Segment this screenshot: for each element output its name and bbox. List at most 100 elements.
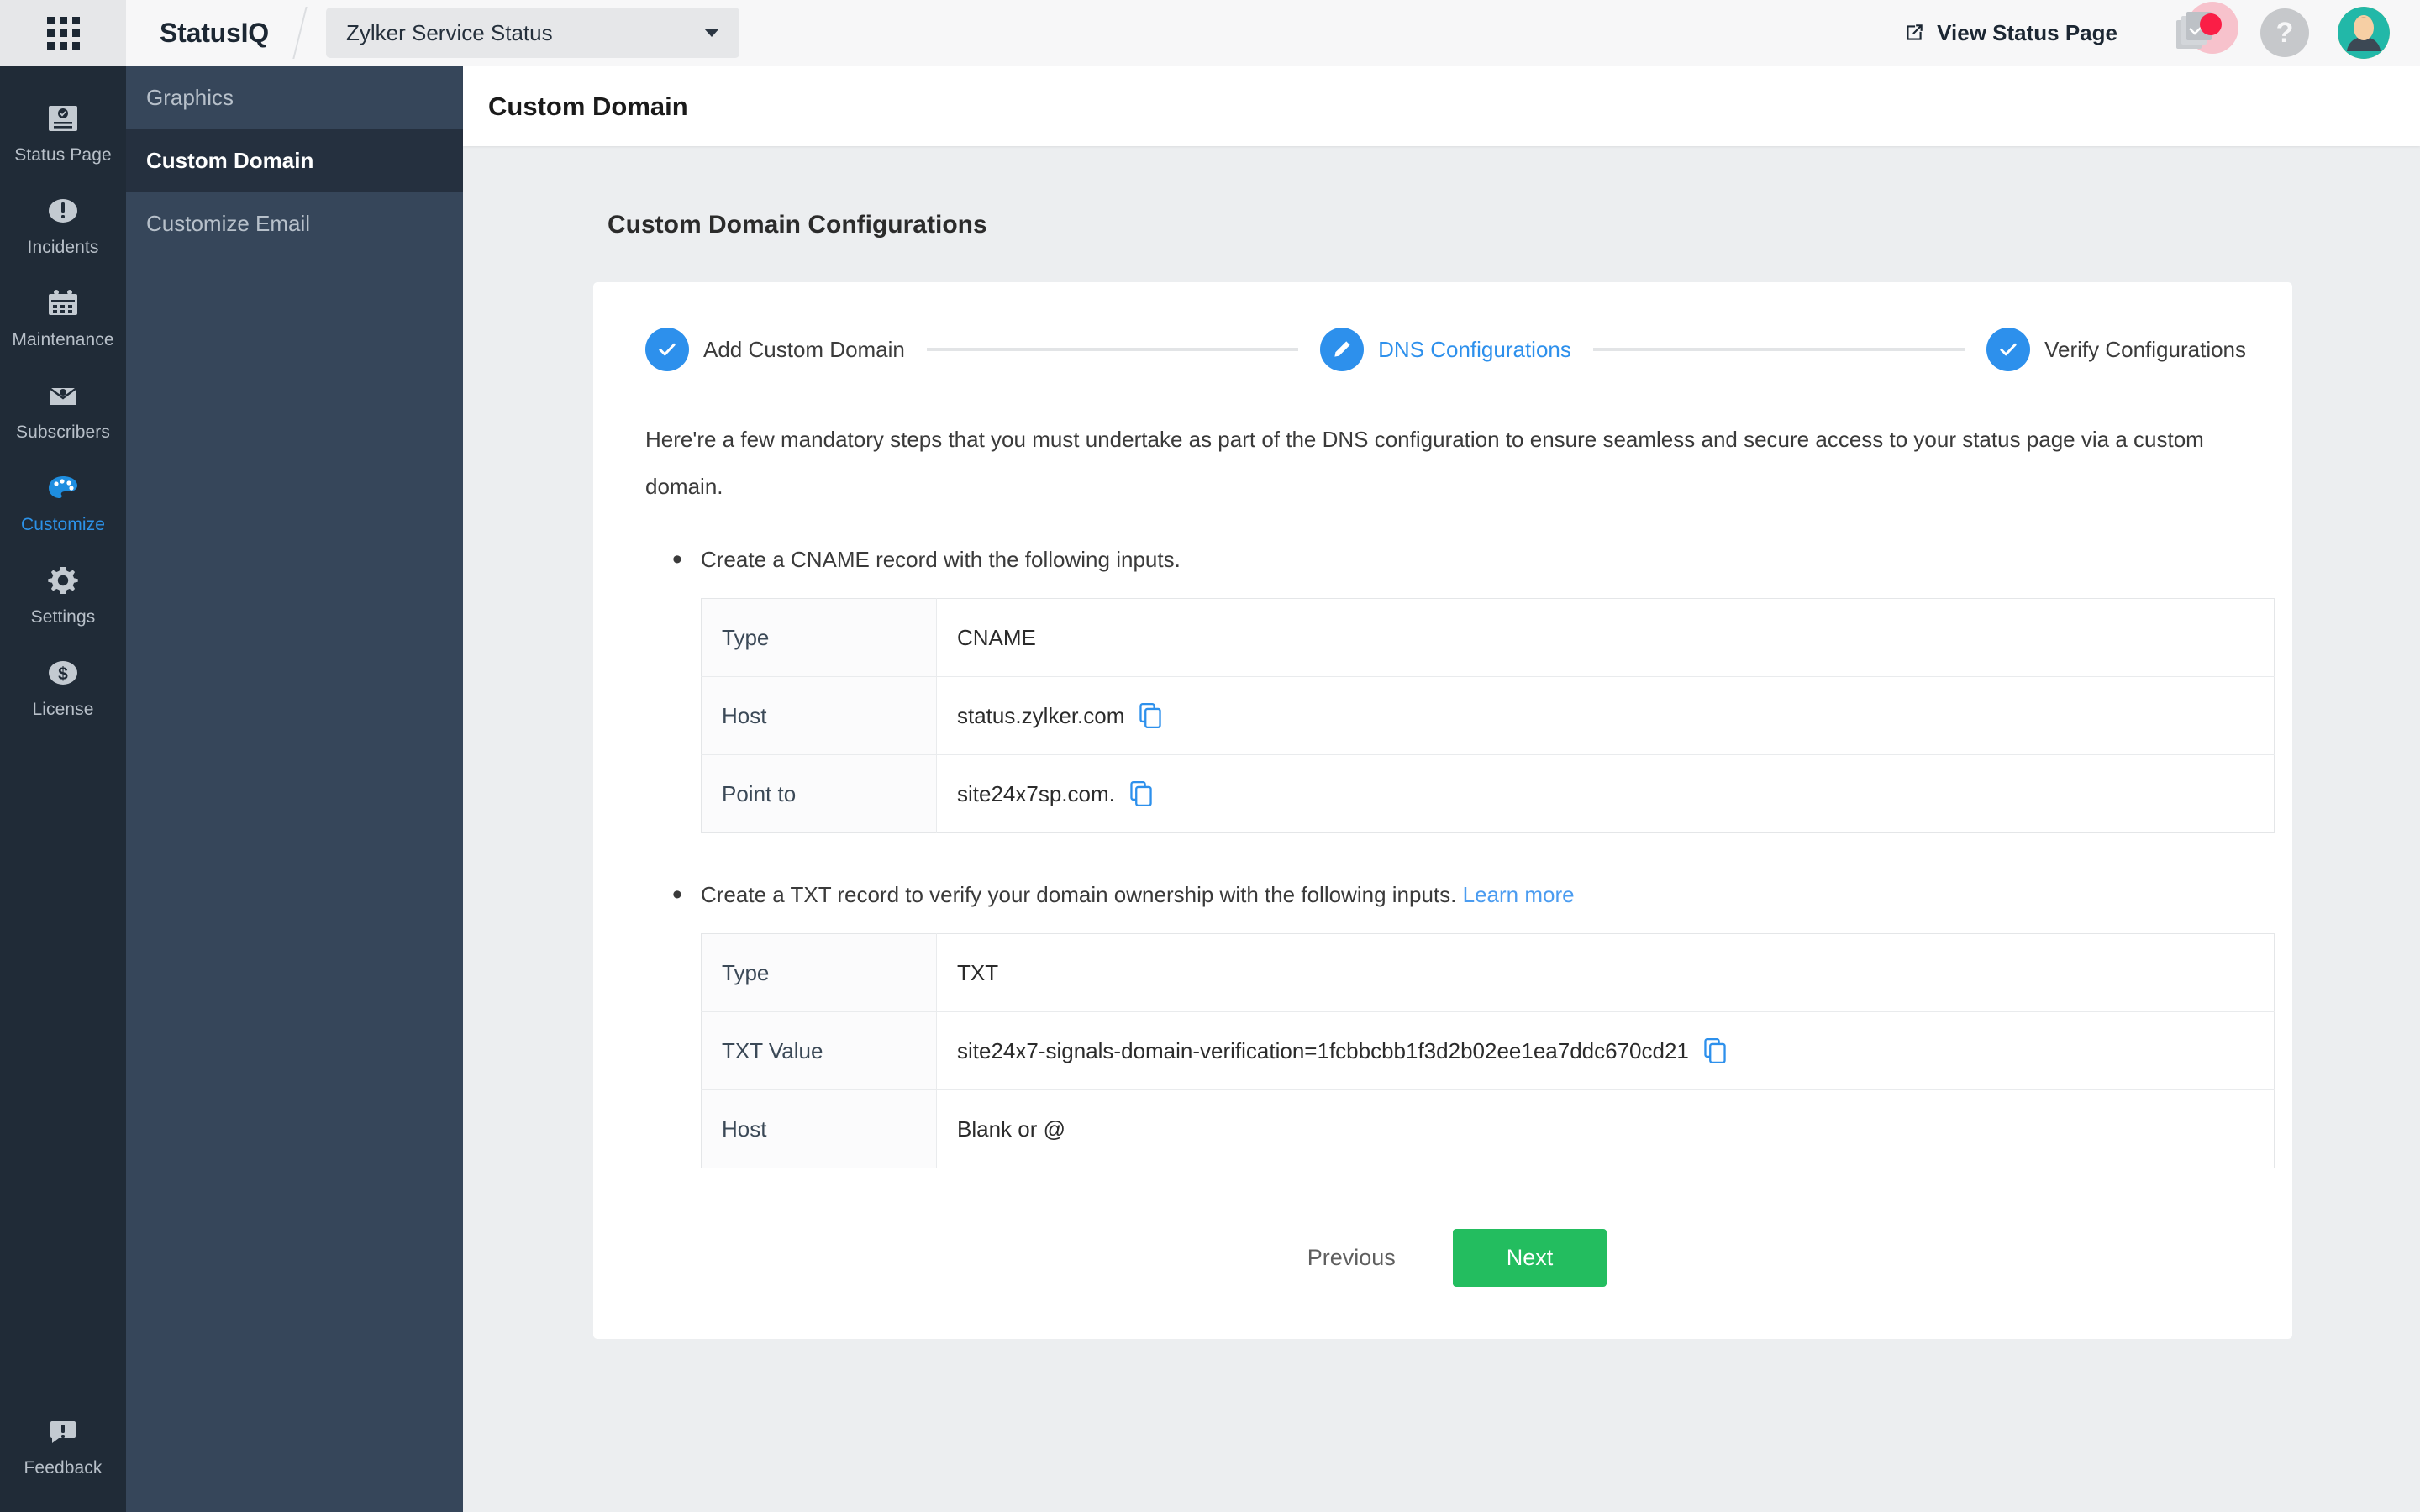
row-key: Type xyxy=(701,933,937,1012)
top-header: StatusIQ Zylker Service Status View Stat… xyxy=(0,0,2420,66)
sidebar-item-label: Feedback xyxy=(24,1458,103,1478)
cname-host-value: status.zylker.com xyxy=(957,702,1125,728)
step-dns-configurations[interactable]: DNS Configurations xyxy=(1320,328,1571,371)
cname-record-table: Type CNAME Host status.zylker.com Point … xyxy=(701,598,2275,833)
copy-icon[interactable] xyxy=(1704,1038,1726,1063)
pencil-icon xyxy=(1334,341,1350,357)
step-connector xyxy=(1592,348,1965,351)
row-value: CNAME xyxy=(937,599,2275,677)
copy-icon[interactable] xyxy=(1139,703,1162,728)
row-key: Host xyxy=(701,1089,937,1168)
sidebar-item-label: Graphics xyxy=(146,85,234,110)
sidebar-item-label: Custom Domain xyxy=(146,148,314,173)
step-indicator-done xyxy=(1986,328,2031,371)
sidebar-item-subscribers[interactable]: Subscribers xyxy=(0,362,126,454)
step-indicator-done xyxy=(645,328,689,371)
sidebar-item-feedback[interactable]: Feedback xyxy=(0,1398,126,1512)
sidebar-item-customize-email[interactable]: Customize Email xyxy=(126,192,463,255)
site-selector-dropdown[interactable]: Zylker Service Status xyxy=(325,8,739,58)
page-header: Custom Domain xyxy=(463,66,2420,146)
bullet-text-cname: Create a CNAME record with the following… xyxy=(701,547,1181,572)
check-icon xyxy=(2000,343,2017,356)
page-title: Custom Domain xyxy=(488,91,688,121)
notifications-icon[interactable] xyxy=(2170,2,2238,64)
maintenance-calendar-icon xyxy=(49,290,77,315)
cname-point-to-value: site24x7sp.com. xyxy=(957,780,1115,806)
grid-apps-icon xyxy=(46,16,80,50)
list-item: Create a TXT record to verify your domai… xyxy=(672,879,2292,911)
row-value: TXT xyxy=(937,934,2275,1012)
help-question-icon[interactable]: ? xyxy=(2260,8,2309,57)
sidebar-item-label: Subscribers xyxy=(16,423,110,442)
table-row: Type CNAME xyxy=(701,598,2275,677)
row-key: Type xyxy=(701,598,937,677)
chevron-down-icon xyxy=(703,29,719,37)
header-actions: View Status Page ? xyxy=(1903,2,2420,64)
brand-logo[interactable]: StatusIQ xyxy=(160,18,269,49)
view-status-page-label: View Status Page xyxy=(1937,19,2118,45)
section-title: Custom Domain Configurations xyxy=(608,211,987,239)
customize-palette-icon xyxy=(49,476,77,498)
sidebar-item-license[interactable]: $ License xyxy=(0,639,126,732)
sidebar-item-label: Maintenance xyxy=(12,330,114,349)
main-content: Custom Domain Configurations Add Custom … xyxy=(463,146,2420,1512)
sidebar-item-label: Customize xyxy=(20,515,106,534)
step-verify-configurations[interactable]: Verify Configurations xyxy=(1986,328,2246,371)
brand-separator xyxy=(292,7,308,59)
wizard-stepper: Add Custom Domain DNS Configurations Ver… xyxy=(593,328,2292,371)
sidebar-item-customize[interactable]: Customize xyxy=(0,454,126,547)
table-row: TXT Value site24x7-signals-domain-verifi… xyxy=(701,1011,2275,1090)
subscribers-mail-icon xyxy=(49,387,77,405)
settings-gear-icon xyxy=(48,567,78,594)
notification-badge-dot xyxy=(2200,13,2222,35)
card-actions: Previous Next xyxy=(593,1229,2292,1287)
step-label: Add Custom Domain xyxy=(703,336,905,362)
feedback-icon xyxy=(50,1421,76,1443)
view-status-page-link[interactable]: View Status Page xyxy=(1903,20,2118,46)
learn-more-link[interactable]: Learn more xyxy=(1463,882,1575,907)
cname-type-value: CNAME xyxy=(957,624,1036,650)
intro-paragraph: Here're a few mandatory steps that you m… xyxy=(645,427,2204,499)
txt-type-value: TXT xyxy=(957,959,999,985)
instructions-list-2: Create a TXT record to verify your domai… xyxy=(593,879,2292,911)
sidebar-item-status-page[interactable]: Status Page xyxy=(0,85,126,177)
table-row: Point to site24x7sp.com. xyxy=(701,754,2275,833)
txt-value: site24x7-signals-domain-verification=1fc… xyxy=(957,1037,1689,1063)
avatar[interactable] xyxy=(2338,7,2390,59)
license-dollar-icon: $ xyxy=(49,661,77,685)
sidebar-item-maintenance[interactable]: Maintenance xyxy=(0,270,126,362)
txt-host-value: Blank or @ xyxy=(957,1116,1065,1142)
step-add-custom-domain[interactable]: Add Custom Domain xyxy=(645,328,905,371)
incidents-icon xyxy=(49,199,77,223)
sidebar-item-custom-domain[interactable]: Custom Domain xyxy=(126,129,463,192)
row-value: site24x7-signals-domain-verification=1fc… xyxy=(937,1012,2275,1090)
step-label: Verify Configurations xyxy=(2044,336,2247,362)
svg-text:$: $ xyxy=(58,664,68,684)
table-row: Type TXT xyxy=(701,933,2275,1012)
sidebar-item-label: Incidents xyxy=(27,238,99,257)
row-value: status.zylker.com xyxy=(937,677,2275,755)
custom-domain-card: Add Custom Domain DNS Configurations Ver… xyxy=(593,282,2292,1339)
step-indicator-current xyxy=(1320,328,1365,371)
apps-launcher-button[interactable] xyxy=(0,0,126,66)
step-connector xyxy=(926,348,1299,351)
sidebar-item-graphics[interactable]: Graphics xyxy=(126,66,463,129)
secondary-sidebar: Graphics Custom Domain Customize Email xyxy=(126,66,463,1512)
table-row: Host Blank or @ xyxy=(701,1089,2275,1168)
row-key: Point to xyxy=(701,754,937,833)
status-page-icon xyxy=(49,106,77,131)
row-key: TXT Value xyxy=(701,1011,937,1090)
bullet-text-txt: Create a TXT record to verify your domai… xyxy=(701,882,1457,907)
next-button[interactable]: Next xyxy=(1452,1229,1607,1287)
row-key: Host xyxy=(701,676,937,755)
copy-icon[interactable] xyxy=(1130,781,1152,806)
previous-button[interactable]: Previous xyxy=(1279,1230,1424,1286)
txt-record-table: Type TXT TXT Value site24x7-signals-doma… xyxy=(701,933,2275,1168)
sidebar-item-label: Status Page xyxy=(14,145,112,165)
row-value: Blank or @ xyxy=(937,1090,2275,1168)
step-label: DNS Configurations xyxy=(1378,336,1571,362)
sidebar-item-incidents[interactable]: Incidents xyxy=(0,177,126,270)
list-item: Create a CNAME record with the following… xyxy=(672,543,2292,576)
primary-nav-rail: Status Page Incidents Maintenance Subscr… xyxy=(0,66,126,1512)
sidebar-item-settings[interactable]: Settings xyxy=(0,547,126,639)
